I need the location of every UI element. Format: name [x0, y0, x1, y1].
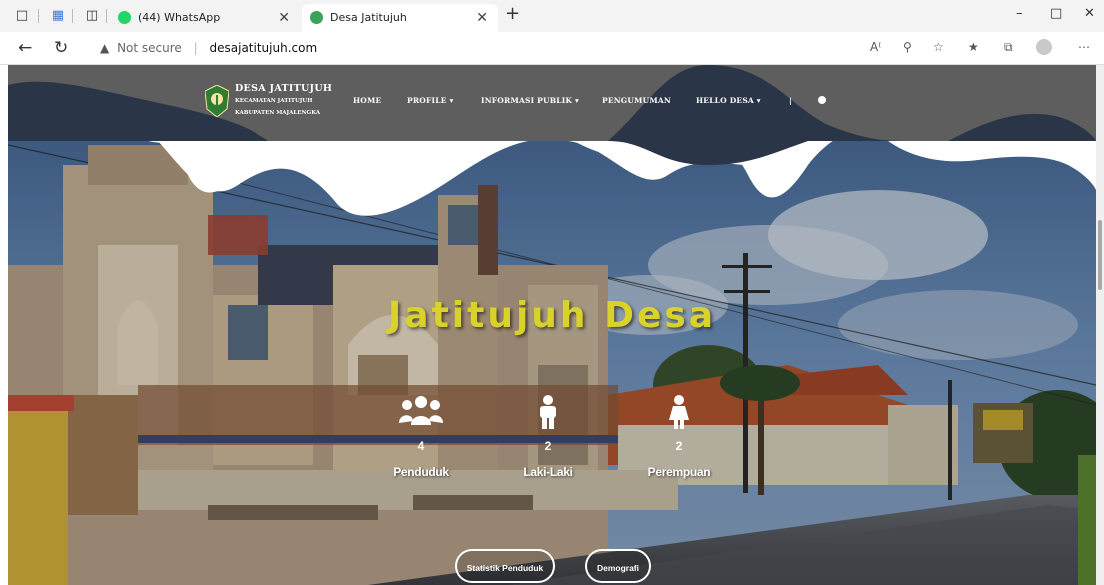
- whatsapp-icon: [118, 11, 131, 24]
- collections-toolbar-icon[interactable]: ⧉: [1004, 40, 1013, 55]
- caret-down-icon: ▾: [574, 96, 579, 105]
- stat-perempuan: 2 Perempuan: [619, 395, 739, 479]
- brand-title: DESA JATITUJUH: [235, 83, 333, 94]
- stat-penduduk: 4 Penduduk: [361, 395, 481, 479]
- tab-actions-icon[interactable]: □: [14, 8, 30, 24]
- nav-informasi-publik[interactable]: INFORMASI PUBLIK ▾: [481, 96, 579, 105]
- demografi-button[interactable]: Demografi: [585, 549, 651, 583]
- nav-hello-desa[interactable]: HELLO DESA ▾: [696, 96, 761, 105]
- stat-laki-laki-value: 2: [544, 439, 552, 453]
- profile-avatar[interactable]: [1036, 39, 1052, 55]
- male-icon: [540, 395, 556, 429]
- minimize-icon[interactable]: –: [1016, 6, 1023, 21]
- nav-home[interactable]: HOME: [353, 96, 381, 105]
- url-text: desajatitujuh.com: [209, 41, 318, 55]
- page-icon[interactable]: ◫: [84, 8, 100, 24]
- hero-title: Jatitujuh Desa: [387, 295, 717, 336]
- zoom-icon[interactable]: ⚲: [903, 40, 912, 54]
- village-logo-icon: [205, 85, 229, 117]
- stat-laki-laki-label: Laki-Laki: [523, 465, 573, 479]
- brand-subtitle-kecamatan: KECAMATAN JATITUJUH: [235, 98, 313, 104]
- nav-pengumuman[interactable]: PENGUMUMAN: [602, 96, 671, 105]
- security-text: Not secure: [117, 41, 182, 55]
- female-icon: [669, 395, 689, 429]
- page-scrollbar[interactable]: [1096, 65, 1104, 585]
- brand-subtitle-kabupaten: KABUPATEN MAJALENGKA: [235, 110, 321, 116]
- caret-down-icon: ▾: [449, 96, 454, 105]
- refresh-icon[interactable]: ↻: [54, 38, 68, 58]
- divider: [72, 9, 73, 23]
- close-icon[interactable]: ✕: [278, 4, 290, 32]
- url-separator: |: [193, 41, 198, 55]
- collections-icon[interactable]: ▦: [50, 8, 66, 24]
- stat-perempuan-label: Perempuan: [647, 465, 711, 479]
- close-window-icon[interactable]: ✕: [1084, 6, 1095, 21]
- read-aloud-icon[interactable]: A⁽: [870, 40, 881, 54]
- divider: [106, 9, 107, 23]
- tab-label: (44) WhatsApp: [138, 11, 221, 24]
- divider: [38, 9, 39, 23]
- address-bar-row: ← ↻ ▲ Not secure | desajatitujuh.com A⁽ …: [0, 32, 1104, 65]
- website-viewport: DESA JATITUJUH KECAMATAN JATITUJUH KABUP…: [8, 65, 1096, 585]
- nav-profile-label: PROFILE: [407, 96, 447, 105]
- tab-label: Desa Jatitujuh: [330, 11, 407, 24]
- more-icon[interactable]: ⋯: [1078, 40, 1090, 54]
- restore-icon[interactable]: □: [1050, 6, 1062, 21]
- nav-profile[interactable]: PROFILE ▾: [407, 96, 453, 105]
- users-icon: [399, 396, 443, 425]
- tab-desa-jatitujuh[interactable]: Desa Jatitujuh ✕: [302, 4, 498, 32]
- nav-informasi-label: INFORMASI PUBLIK: [481, 96, 573, 105]
- favorites-icon[interactable]: ★: [968, 40, 979, 54]
- nav-hello-label: HELLO DESA: [696, 96, 754, 105]
- statistik-penduduk-button[interactable]: Statistik Penduduk: [455, 549, 555, 583]
- stat-laki-laki: 2 Laki-Laki: [488, 395, 608, 479]
- url-field[interactable]: ▲ Not secure | desajatitujuh.com: [100, 38, 317, 58]
- nav-separator: |: [789, 96, 792, 105]
- stat-perempuan-value: 2: [675, 439, 683, 453]
- back-icon[interactable]: ←: [18, 38, 32, 58]
- favorite-icon[interactable]: ☆: [933, 40, 944, 54]
- site-favicon-icon: [310, 11, 323, 24]
- warning-icon: ▲: [100, 41, 110, 55]
- scrollbar-thumb[interactable]: [1098, 220, 1102, 290]
- stat-penduduk-label: Penduduk: [393, 465, 449, 479]
- caret-down-icon: ▾: [756, 96, 761, 105]
- new-tab-button[interactable]: +: [505, 3, 520, 24]
- close-icon[interactable]: ✕: [476, 4, 488, 32]
- tab-whatsapp[interactable]: (44) WhatsApp ✕: [110, 4, 300, 32]
- browser-tab-strip: □ ▦ ◫ (44) WhatsApp ✕ Desa Jatitujuh ✕ +…: [0, 0, 1104, 32]
- theme-toggle-dot-icon[interactable]: [818, 96, 826, 104]
- stat-penduduk-value: 4: [417, 439, 425, 453]
